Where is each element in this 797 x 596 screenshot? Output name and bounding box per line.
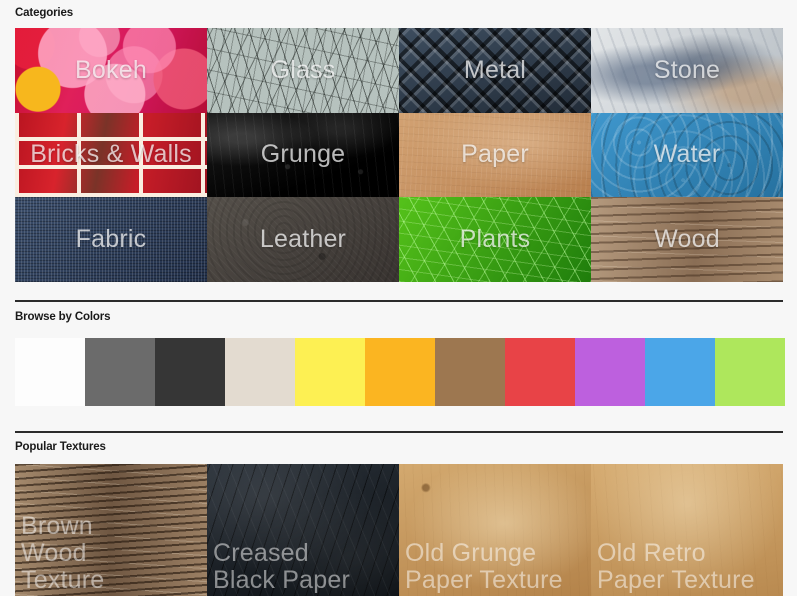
- category-tile-stone[interactable]: Stone: [591, 28, 783, 113]
- colors-heading: Browse by Colors: [15, 311, 111, 323]
- color-swatch-beige[interactable]: [225, 338, 295, 406]
- category-tile-paper[interactable]: Paper: [399, 112, 591, 198]
- popular-textures-grid: Brown Wood Texture Creased Black Paper Old…: [15, 464, 783, 596]
- category-label: Paper: [461, 140, 529, 169]
- popular-texture-label: Old Grunge Paper Texture: [405, 539, 563, 594]
- color-swatch-purple[interactable]: [575, 338, 645, 406]
- category-label: Leather: [259, 225, 347, 254]
- popular-texture-card[interactable]: Old Retro Paper Texture: [591, 464, 783, 596]
- category-label: Grunge: [260, 140, 346, 169]
- popular-texture-label: Creased Black Paper: [213, 539, 350, 594]
- category-tile-bricks[interactable]: Bricks & Walls: [15, 112, 207, 198]
- category-label: Fabric: [75, 225, 147, 254]
- category-tile-glass[interactable]: Glass: [207, 28, 399, 113]
- color-swatch-black[interactable]: [155, 338, 225, 406]
- category-tile-plants[interactable]: Plants: [399, 197, 591, 282]
- color-swatch-brown[interactable]: [435, 338, 505, 406]
- category-tile-fabric[interactable]: Fabric: [15, 197, 207, 282]
- category-tile-leather[interactable]: Leather: [207, 197, 399, 282]
- popular-texture-label: Brown Wood Texture: [21, 512, 105, 594]
- category-tile-metal[interactable]: Metal: [399, 28, 591, 113]
- color-swatch-orange[interactable]: [365, 338, 435, 406]
- categories-grid: Bokeh Glass Metal Stone Bricks & Walls Grunge…: [15, 28, 783, 282]
- categories-heading: Categories: [15, 7, 73, 19]
- color-swatch-white[interactable]: [15, 338, 85, 406]
- color-swatch-row: [15, 338, 785, 406]
- popular-divider: [15, 431, 783, 433]
- popular-texture-label: Old Retro Paper Texture: [597, 539, 755, 594]
- category-tile-bokeh[interactable]: Bokeh: [15, 28, 207, 113]
- colors-divider: [15, 300, 783, 302]
- category-label: Plants: [459, 225, 531, 254]
- category-label: Stone: [653, 55, 721, 84]
- color-swatch-green[interactable]: [715, 338, 785, 406]
- popular-texture-card[interactable]: Brown Wood Texture: [15, 464, 207, 596]
- popular-texture-card[interactable]: Creased Black Paper: [207, 464, 399, 596]
- category-label: Water: [653, 140, 721, 169]
- category-label: Bricks & Walls: [30, 140, 192, 169]
- category-label: Wood: [654, 225, 720, 254]
- category-tile-grunge[interactable]: Grunge: [207, 112, 399, 198]
- popular-texture-card[interactable]: Old Grunge Paper Texture: [399, 464, 591, 596]
- texture-browser-page: Categories Bokeh Glass Metal Stone Bricks & …: [0, 0, 797, 596]
- color-swatch-gray[interactable]: [85, 338, 155, 406]
- category-label: Bokeh: [75, 55, 147, 84]
- color-swatch-yellow[interactable]: [295, 338, 365, 406]
- category-tile-wood[interactable]: Wood: [591, 197, 783, 282]
- category-label: Glass: [270, 55, 336, 84]
- category-tile-water[interactable]: Water: [591, 112, 783, 198]
- color-swatch-red[interactable]: [505, 338, 575, 406]
- category-label: Metal: [463, 55, 527, 84]
- color-swatch-blue[interactable]: [645, 338, 715, 406]
- popular-heading: Popular Textures: [15, 441, 106, 453]
